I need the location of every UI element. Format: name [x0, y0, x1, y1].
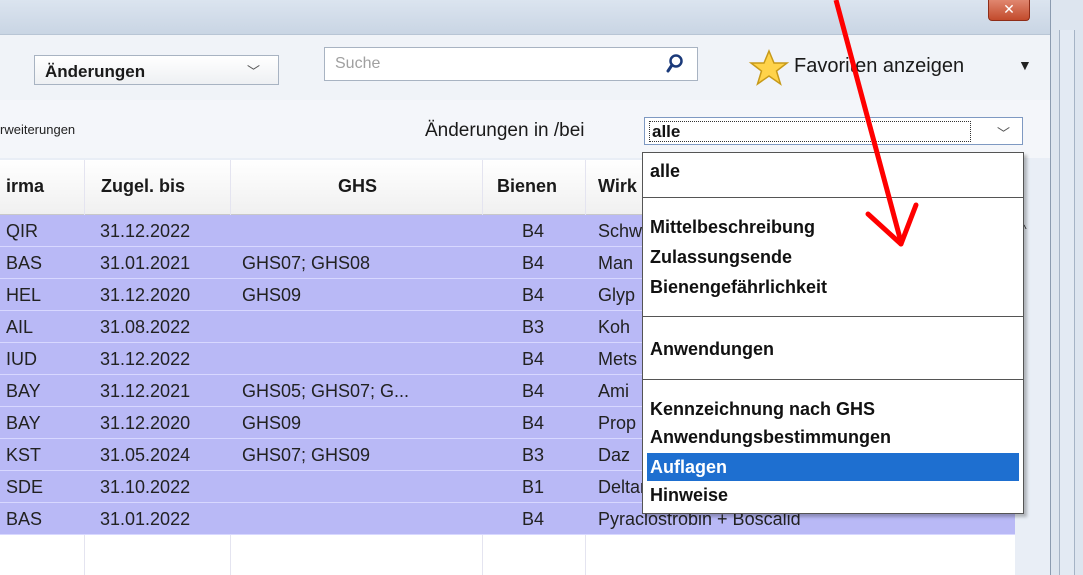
annotation-arrow-icon	[833, 0, 919, 247]
application-window: ✕ Änderungen ﹀ Favoriten anzeigen	[0, 0, 1083, 575]
